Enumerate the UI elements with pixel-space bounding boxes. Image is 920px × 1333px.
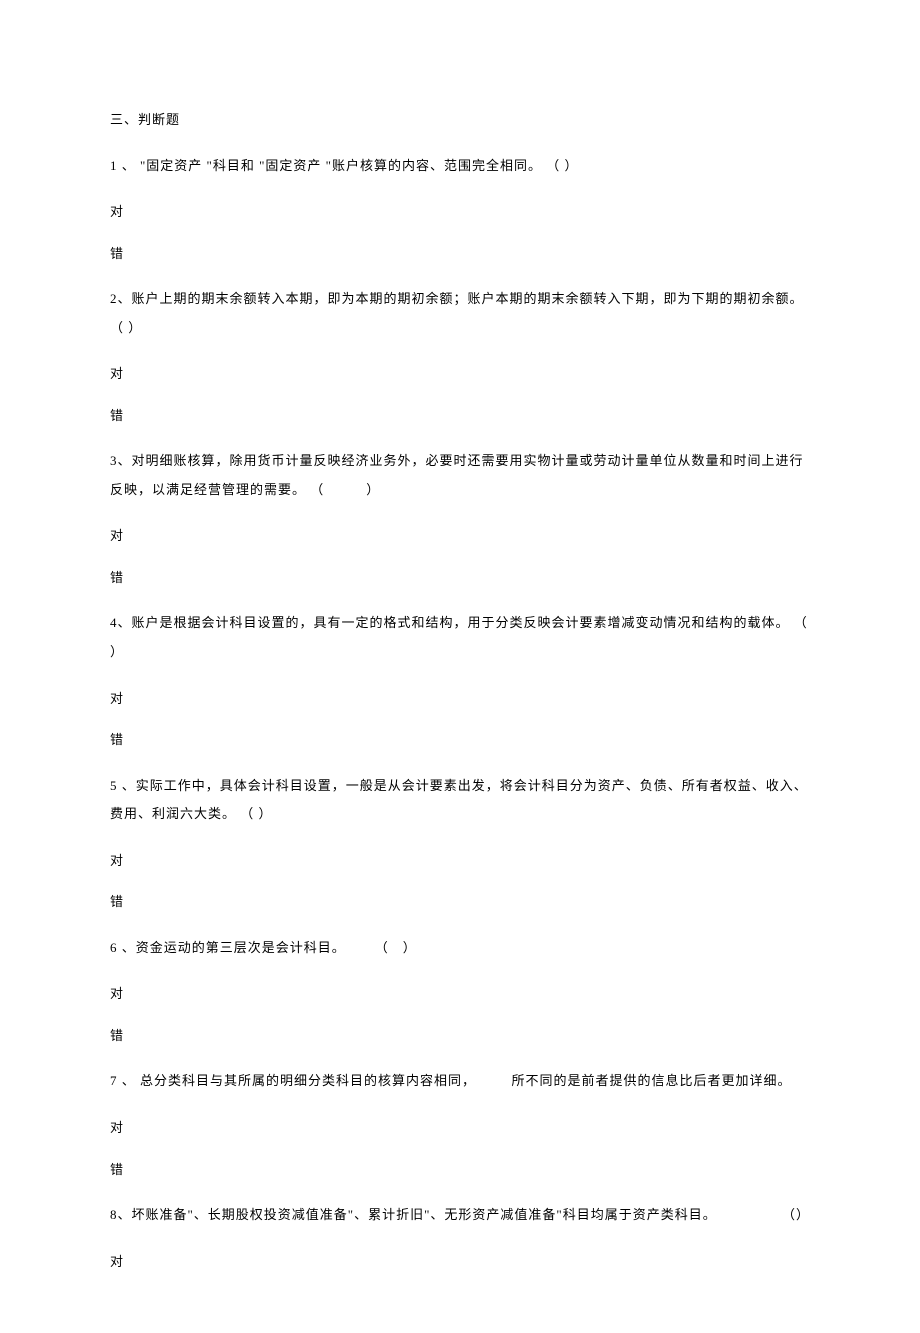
question-7: 7 、 总分类科目与其所属的明细分类科目的核算内容相同， 所不同的是前者提供的信…: [110, 1067, 810, 1179]
answer-false[interactable]: 错: [110, 406, 810, 426]
answer-false[interactable]: 错: [110, 1160, 810, 1180]
question-text: 1 、 "固定资产 "科目和 "固定资产 "账户核算的内容、范围完全相同。 （ …: [110, 152, 810, 181]
question-text-body: 8、坏账准备"、长期股权投资减值准备"、累计折旧"、无形资产减值准备"科目均属于…: [110, 1201, 762, 1230]
answer-true[interactable]: 对: [110, 1252, 810, 1272]
answer-false[interactable]: 错: [110, 568, 810, 588]
answer-true[interactable]: 对: [110, 1118, 810, 1138]
answer-false[interactable]: 错: [110, 244, 810, 264]
answer-true[interactable]: 对: [110, 984, 810, 1004]
answer-true[interactable]: 对: [110, 851, 810, 871]
answer-false[interactable]: 错: [110, 1026, 810, 1046]
answer-true[interactable]: 对: [110, 689, 810, 709]
question-2: 2、账户上期的期末余额转入本期，即为本期的期初余额；账户本期的期末余额转入下期，…: [110, 285, 810, 425]
answer-true[interactable]: 对: [110, 526, 810, 546]
question-6: 6 、资金运动的第三层次是会计科目。 （ ） 对 错: [110, 934, 810, 1046]
answer-false[interactable]: 错: [110, 892, 810, 912]
question-8: 8、坏账准备"、长期股权投资减值准备"、累计折旧"、无形资产减值准备"科目均属于…: [110, 1201, 810, 1271]
question-4: 4、账户是根据会计科目设置的，具有一定的格式和结构，用于分类反映会计要素增减变动…: [110, 609, 810, 749]
answer-false[interactable]: 错: [110, 730, 810, 750]
question-text: 3、对明细账核算，除用货币计量反映经济业务外，必要时还需要用实物计量或劳动计量单…: [110, 447, 810, 504]
section-title: 三、判断题: [110, 110, 810, 130]
question-text: 2、账户上期的期末余额转入本期，即为本期的期初余额；账户本期的期末余额转入下期，…: [110, 285, 810, 342]
question-text: 7 、 总分类科目与其所属的明细分类科目的核算内容相同， 所不同的是前者提供的信…: [110, 1067, 810, 1096]
answer-true[interactable]: 对: [110, 364, 810, 384]
answer-true[interactable]: 对: [110, 202, 810, 222]
question-paren: （）: [782, 1201, 810, 1230]
question-text: 4、账户是根据会计科目设置的，具有一定的格式和结构，用于分类反映会计要素增减变动…: [110, 609, 810, 666]
question-3: 3、对明细账核算，除用货币计量反映经济业务外，必要时还需要用实物计量或劳动计量单…: [110, 447, 810, 587]
question-1: 1 、 "固定资产 "科目和 "固定资产 "账户核算的内容、范围完全相同。 （ …: [110, 152, 810, 264]
question-5: 5 、实际工作中，具体会计科目设置，一般是从会计要素出发，将会计科目分为资产、负…: [110, 772, 810, 912]
question-text: 6 、资金运动的第三层次是会计科目。 （ ）: [110, 934, 810, 963]
question-text: 5 、实际工作中，具体会计科目设置，一般是从会计要素出发，将会计科目分为资产、负…: [110, 772, 810, 829]
question-text: 8、坏账准备"、长期股权投资减值准备"、累计折旧"、无形资产减值准备"科目均属于…: [110, 1201, 810, 1230]
